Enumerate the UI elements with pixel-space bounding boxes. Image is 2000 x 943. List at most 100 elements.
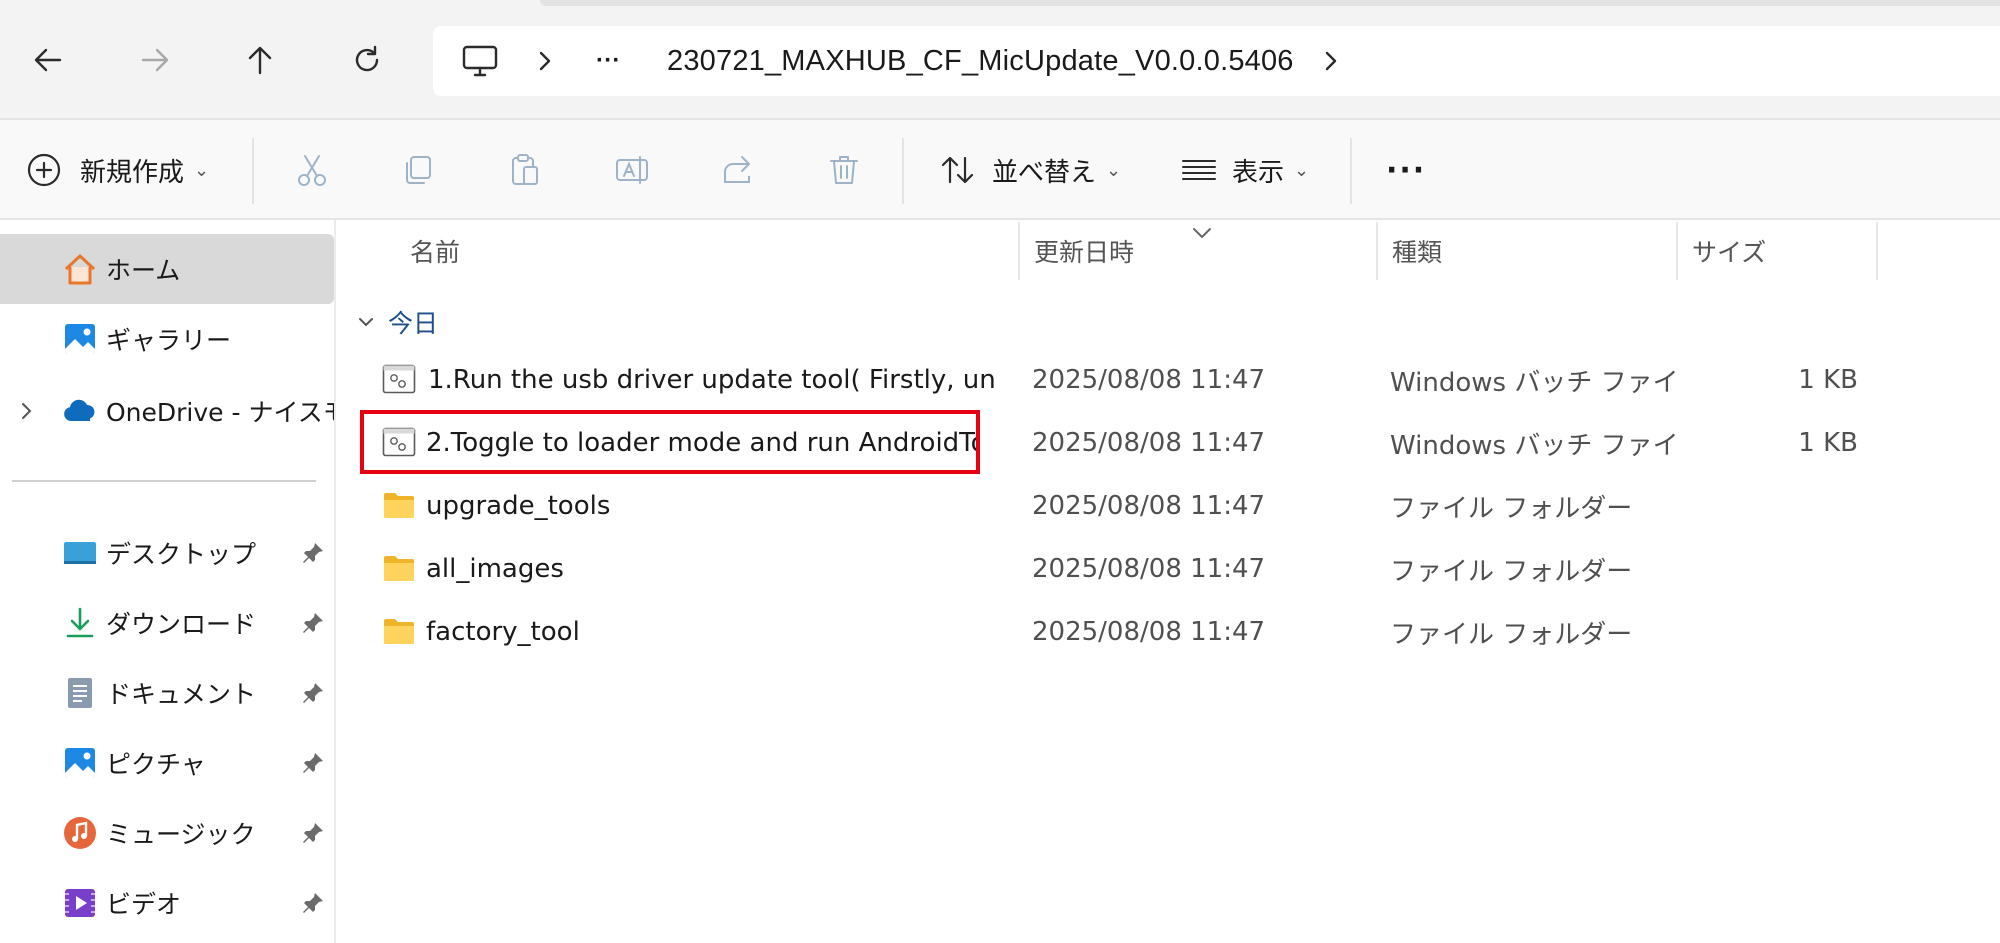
breadcrumb-end-chevron[interactable] xyxy=(1323,26,1339,96)
breadcrumb-current-folder[interactable]: 230721_MAXHUB_CF_MicUpdate_V0.0.0.5406 xyxy=(667,26,1294,96)
file-modified: 2025/08/08 11:47 xyxy=(1032,491,1266,521)
tab-strip-edge xyxy=(540,0,2000,6)
sidebar-item-label: ギャラリー xyxy=(106,326,232,355)
column-divider[interactable] xyxy=(1018,222,1020,280)
sidebar-divider xyxy=(12,480,316,482)
breadcrumb-separator[interactable] xyxy=(537,26,553,96)
pin-icon[interactable] xyxy=(300,610,326,636)
toolbar-divider xyxy=(252,138,254,204)
navigation-pane: ホーム ギャラリー OneDrive - ナイスモバイル デスクトップ ダウンロ… xyxy=(0,220,336,943)
document-icon xyxy=(68,678,92,708)
pin-icon[interactable] xyxy=(300,680,326,706)
table-row[interactable]: all_images 2025/08/08 11:47 ファイル フォルダー xyxy=(338,538,2000,600)
new-button[interactable]: 新規作成 ⌄ xyxy=(26,120,209,220)
highlight-annotation-box xyxy=(360,410,980,474)
up-button[interactable] xyxy=(232,32,288,88)
plus-circle-icon xyxy=(27,153,61,187)
sidebar-item-onedrive[interactable]: OneDrive - ナイスモバイル xyxy=(0,376,334,446)
refresh-button[interactable] xyxy=(339,32,395,88)
arrow-up-icon xyxy=(248,46,272,75)
pin-icon[interactable] xyxy=(300,820,326,846)
file-name: 1.Run the usb driver update tool( Firstl… xyxy=(428,365,998,395)
new-button-label: 新規作成 xyxy=(80,157,185,188)
view-button-label: 表示 xyxy=(1232,157,1285,188)
address-bar[interactable]: ··· 230721_MAXHUB_CF_MicUpdate_V0.0.0.54… xyxy=(433,26,2000,96)
more-options-button[interactable]: ··· xyxy=(1386,120,1426,220)
column-header-modified[interactable]: 更新日時 xyxy=(1034,220,1134,282)
copy-button[interactable] xyxy=(400,120,436,220)
column-header-label: 更新日時 xyxy=(1034,238,1135,267)
column-divider[interactable] xyxy=(1876,222,1878,280)
file-type: ファイル フォルダー xyxy=(1390,619,1633,650)
sidebar-item-label: ビデオ xyxy=(106,890,182,919)
folder-icon xyxy=(384,619,414,644)
video-icon xyxy=(65,889,95,917)
sort-arrows-icon xyxy=(941,156,974,184)
chevron-down-icon xyxy=(359,318,373,327)
cut-button[interactable] xyxy=(294,120,330,220)
breadcrumb-ellipsis: ··· xyxy=(596,47,621,74)
file-modified: 2025/08/08 11:47 xyxy=(1032,554,1266,584)
column-divider[interactable] xyxy=(1676,222,1678,280)
arrow-left-icon xyxy=(34,48,62,72)
back-button[interactable] xyxy=(20,32,76,88)
rename-button[interactable] xyxy=(614,120,650,220)
this-pc-button[interactable] xyxy=(461,26,499,96)
refresh-icon xyxy=(355,45,379,72)
file-name: upgrade_tools xyxy=(426,491,611,521)
command-toolbar: 新規作成 ⌄ 並べ替え ⌄ 表示 ⌄ ··· xyxy=(0,118,2000,220)
chevron-right-icon xyxy=(539,51,551,71)
file-type: ファイル フォルダー xyxy=(1390,493,1633,524)
column-header-name[interactable]: 名前 xyxy=(410,220,460,282)
chevron-down-icon: ⌄ xyxy=(1106,159,1122,181)
paste-button[interactable] xyxy=(507,120,543,220)
home-icon xyxy=(64,254,96,285)
sidebar-item-desktop[interactable]: デスクトップ xyxy=(0,518,334,588)
pin-icon[interactable] xyxy=(300,890,326,916)
pictures-icon xyxy=(65,748,95,778)
column-divider[interactable] xyxy=(1376,222,1378,280)
delete-button[interactable] xyxy=(826,120,862,220)
folder-icon xyxy=(384,556,414,581)
navigation-bar: ··· 230721_MAXHUB_CF_MicUpdate_V0.0.0.54… xyxy=(0,0,2000,118)
sort-indicator-icon xyxy=(1193,228,1211,239)
column-header-type[interactable]: 種類 xyxy=(1392,220,1442,282)
column-header-label: 種類 xyxy=(1392,238,1443,267)
sidebar-item-documents[interactable]: ドキュメント xyxy=(0,658,334,728)
sidebar-item-label: ダウンロード xyxy=(106,610,257,639)
breadcrumb-overflow-button[interactable]: ··· xyxy=(596,26,621,96)
column-header-label: 名前 xyxy=(410,238,461,267)
cloud-icon xyxy=(64,399,95,421)
forward-button[interactable] xyxy=(127,32,183,88)
monitor-icon xyxy=(462,45,498,77)
arrow-right-icon xyxy=(141,48,169,72)
pin-icon[interactable] xyxy=(300,750,326,776)
sidebar-item-downloads[interactable]: ダウンロード xyxy=(0,588,334,658)
chevron-right-icon[interactable] xyxy=(17,399,37,423)
sidebar-item-videos[interactable]: ビデオ xyxy=(0,868,334,938)
sidebar-item-label: OneDrive - ナイスモバイル xyxy=(106,398,334,427)
view-button[interactable]: 表示 ⌄ xyxy=(1180,120,1309,220)
column-header-size[interactable]: サイズ xyxy=(1692,220,1766,282)
share-button[interactable] xyxy=(720,120,756,220)
sidebar-item-gallery[interactable]: ギャラリー xyxy=(0,304,334,374)
file-type: ファイル フォルダー xyxy=(1390,556,1633,587)
table-row[interactable]: upgrade_tools 2025/08/08 11:47 ファイル フォルダ… xyxy=(338,475,2000,537)
table-row[interactable]: factory_tool 2025/08/08 11:47 ファイル フォルダー xyxy=(338,601,2000,663)
file-modified: 2025/08/08 11:47 xyxy=(1032,365,1266,395)
file-name: factory_tool xyxy=(426,617,580,647)
trash-icon xyxy=(830,156,858,184)
sidebar-item-label: ドキュメント xyxy=(106,680,257,709)
file-size: 1 KB xyxy=(1798,428,1858,458)
file-type: Windows バッチ ファイル xyxy=(1390,430,1680,461)
sidebar-item-home[interactable]: ホーム xyxy=(0,234,334,304)
sidebar-item-music[interactable]: ミュージック xyxy=(0,798,334,868)
chevron-down-icon: ⌄ xyxy=(194,159,210,181)
share-icon xyxy=(724,156,750,183)
clipboard-icon xyxy=(512,154,538,185)
sort-button[interactable]: 並べ替え ⌄ xyxy=(938,120,1121,220)
table-row[interactable]: 1.Run the usb driver update tool( Firstl… xyxy=(338,349,2000,411)
sidebar-item-pictures[interactable]: ピクチャ xyxy=(0,728,334,798)
group-header-today[interactable]: 今日 xyxy=(356,302,438,342)
pin-icon[interactable] xyxy=(300,540,326,566)
